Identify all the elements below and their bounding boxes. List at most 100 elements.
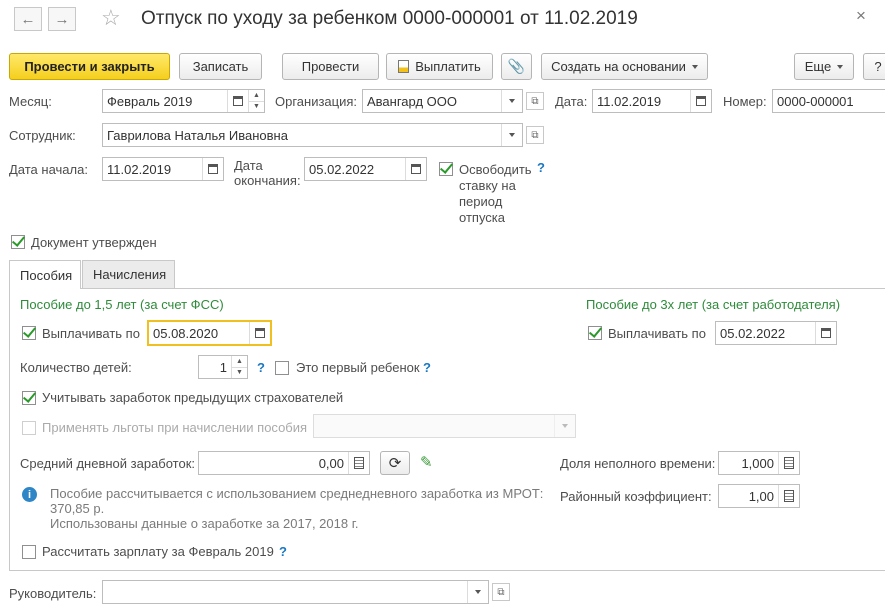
date-field[interactable]: 11.02.2019 [592, 89, 712, 113]
manager-label: Руководитель: [9, 586, 97, 601]
prev-insurers-label: Учитывать заработок предыдущих страховат… [42, 390, 344, 405]
privileges-checkbox[interactable] [22, 421, 36, 435]
month-stepper[interactable]: ▲ ▼ [248, 90, 264, 112]
dropdown-icon[interactable] [467, 581, 488, 603]
organization-label: Организация: [275, 94, 358, 109]
calculator-icon[interactable] [348, 452, 369, 474]
manager-field[interactable] [102, 580, 489, 604]
tab-benefits-label: Пособия [20, 267, 73, 283]
pencil-icon[interactable]: ✎ [420, 453, 433, 471]
save-button[interactable]: Записать [179, 53, 262, 80]
end-date-field[interactable]: 05.02.2022 [304, 157, 427, 181]
calculator-icon[interactable] [778, 452, 799, 474]
regional-coef-value: 1,00 [748, 488, 774, 504]
part-time-value: 1,000 [741, 455, 774, 471]
avg-earnings-value: 0,00 [318, 455, 344, 471]
dropdown-icon[interactable] [554, 415, 575, 437]
help-icon[interactable]: ? [279, 544, 287, 559]
calc-salary-checkbox[interactable] [22, 545, 36, 559]
number-field[interactable]: 0000-000001 [772, 89, 885, 113]
dropdown-icon[interactable] [501, 124, 522, 146]
document-pay-icon [398, 60, 410, 73]
post-and-close-button[interactable]: Провести и закрыть [9, 53, 170, 80]
post-button[interactable]: Провести [282, 53, 379, 80]
forward-button[interactable]: → [48, 7, 76, 31]
stepper-up-icon[interactable]: ▲ [249, 90, 264, 101]
pay-until-3-label: Выплачивать по [608, 326, 706, 341]
pay-until-3-date-value: 05.02.2022 [720, 325, 786, 341]
calendar-icon[interactable] [202, 158, 223, 180]
end-date-label-line2: окончания: [234, 173, 301, 188]
free-rate-checkbox[interactable] [439, 162, 453, 176]
pay-button[interactable]: Выплатить [386, 53, 493, 80]
post-and-close-label: Провести и закрыть [24, 59, 155, 74]
date-value: 11.02.2019 [597, 93, 662, 109]
info-line: Пособие рассчитывается с использованием … [50, 486, 544, 501]
privileges-select[interactable] [313, 414, 576, 438]
employee-value: Гаврилова Наталья Ивановна [107, 127, 288, 143]
more-label: Еще [804, 59, 832, 74]
avg-earnings-field[interactable]: 0,00 [198, 451, 370, 475]
employee-label: Сотрудник: [9, 128, 76, 143]
start-date-value: 11.02.2019 [107, 161, 172, 177]
help-button[interactable]: ? [863, 53, 885, 80]
calculator-icon[interactable] [778, 485, 799, 507]
tab-accruals[interactable]: Начисления [82, 260, 175, 288]
calendar-icon[interactable] [249, 322, 270, 344]
attach-button[interactable]: 📎 [501, 53, 532, 80]
stepper-down-icon[interactable]: ▼ [232, 366, 247, 379]
dropdown-icon[interactable] [501, 90, 522, 112]
help-icon[interactable]: ? [423, 360, 431, 375]
calendar-icon[interactable] [405, 158, 426, 180]
help-icon[interactable]: ? [537, 160, 545, 175]
organization-field[interactable]: Авангард ООО [362, 89, 523, 113]
employee-field[interactable]: Гаврилова Наталья Ивановна [102, 123, 523, 147]
back-button[interactable]: ← [14, 7, 42, 31]
part-time-field[interactable]: 1,000 [718, 451, 800, 475]
pay-until-checkbox[interactable] [22, 326, 36, 340]
help-icon[interactable]: ? [257, 360, 265, 375]
info-line: 370,85 р. [50, 501, 105, 516]
calendar-icon[interactable] [815, 322, 836, 344]
children-count-stepper[interactable]: 1 ▲ ▼ [198, 355, 248, 379]
pay-until-date-field[interactable]: 05.08.2020 [147, 320, 272, 346]
create-based-on-button[interactable]: Создать на основании [541, 53, 708, 80]
avg-earnings-label: Средний дневной заработок: [20, 456, 196, 471]
children-stepper[interactable]: ▲ ▼ [231, 356, 247, 378]
document-approved-checkbox[interactable] [11, 235, 25, 249]
info-message: Пособие рассчитывается с использованием … [50, 486, 543, 531]
pay-until-3-checkbox[interactable] [588, 326, 602, 340]
arrow-left-icon: ← [20, 10, 36, 28]
date-label: Дата: [555, 94, 588, 109]
close-icon[interactable]: × [856, 6, 866, 26]
part-time-label: Доля неполного времени: [560, 456, 716, 471]
stepper-down-icon[interactable]: ▼ [249, 100, 264, 113]
first-child-checkbox[interactable] [275, 361, 289, 375]
chevron-down-icon [837, 64, 844, 69]
organization-value: Авангард ООО [367, 93, 457, 109]
privileges-label: Применять льготы при начислении пособия [42, 420, 308, 435]
open-employee-icon[interactable]: ⧉ [526, 126, 544, 144]
create-based-label: Создать на основании [551, 59, 686, 74]
month-field[interactable]: Февраль 2019 ▲ ▼ [102, 89, 265, 113]
pay-until-3-date-field[interactable]: 05.02.2022 [715, 321, 837, 345]
more-button[interactable]: Еще [794, 53, 854, 80]
refresh-button[interactable]: ⟳ [380, 451, 410, 475]
open-manager-icon[interactable]: ⧉ [492, 583, 510, 601]
pay-until-date-value: 05.08.2020 [153, 325, 219, 341]
children-count-value: 1 [219, 359, 227, 375]
star-icon[interactable]: ☆ [101, 5, 121, 31]
month-value: Февраль 2019 [107, 93, 193, 109]
calendar-icon[interactable] [227, 90, 248, 112]
regional-coef-field[interactable]: 1,00 [718, 484, 800, 508]
prev-insurers-checkbox[interactable] [22, 391, 36, 405]
open-organization-icon[interactable]: ⧉ [526, 92, 544, 110]
stepper-up-icon[interactable]: ▲ [232, 356, 247, 367]
refresh-icon: ⟳ [388, 455, 402, 472]
tab-benefits[interactable]: Пособия [9, 260, 81, 289]
tab-accruals-label: Начисления [93, 267, 167, 282]
calendar-icon[interactable] [690, 90, 711, 112]
start-date-field[interactable]: 11.02.2019 [102, 157, 224, 181]
pay-label: Выплатить [415, 59, 481, 74]
free-rate-line: ставку на [459, 178, 516, 193]
